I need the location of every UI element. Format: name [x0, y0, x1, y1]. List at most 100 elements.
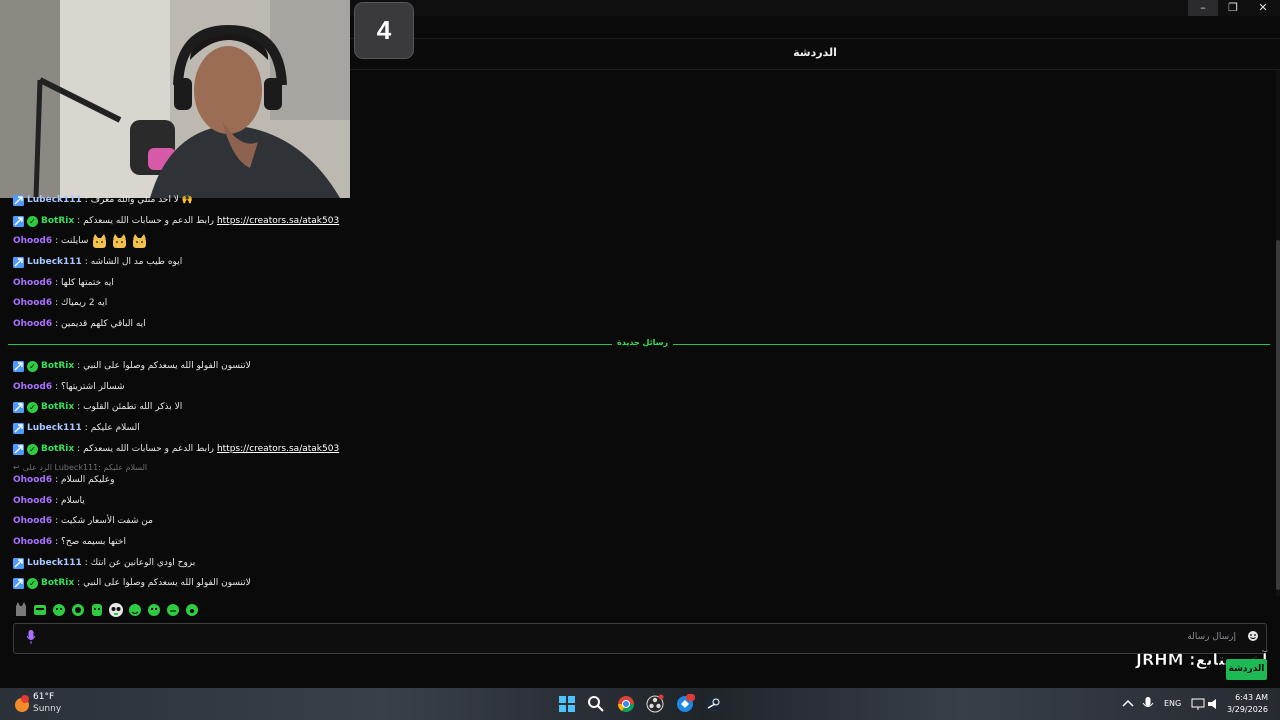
- chat-message-text: : السلام عليكم: [84, 423, 140, 433]
- chat-message[interactable]: Lubeck111: السلام عليكم: [13, 420, 140, 436]
- chat-message-text: : لا احد مثلي والله معرف 🙌: [84, 195, 194, 205]
- chat-username[interactable]: BotRix: [41, 578, 74, 588]
- chat-username[interactable]: Ohood6: [13, 319, 52, 329]
- chat-message-text: : لاتنسون الفولو الله يسعدكم وصلوا على ا…: [77, 361, 251, 371]
- reply-text: الرد على Lubeck111: السلام عليكم: [22, 462, 148, 472]
- chat-username[interactable]: Lubeck111: [27, 195, 82, 205]
- chat-message[interactable]: Ohood6: ياسلام: [13, 493, 85, 509]
- weather-desc: Sunny: [33, 704, 62, 714]
- chat-message[interactable]: Lubeck111: لا احد مثلي والله معرف 🙌: [13, 192, 193, 208]
- webcam-image: [0, 0, 350, 198]
- counter-badge: 4: [354, 2, 414, 59]
- emoji-picker-icon[interactable]: [1247, 630, 1259, 642]
- verified-bot-icon: ✓: [27, 577, 38, 589]
- chat-username[interactable]: Ohood6: [13, 475, 52, 485]
- language-indicator[interactable]: ENG: [1164, 699, 1181, 708]
- chat-message-text: : ايه الباقي كلهم قديمين: [55, 319, 146, 329]
- chat-message[interactable]: ✓ BotRix: رابط الدعم و حسابات الله يسعدكم…: [13, 441, 339, 457]
- chat-username[interactable]: Ohood6: [13, 496, 52, 506]
- chat-message-text: : لاتنسون الفولو الله يسعدكم وصلوا على ا…: [77, 578, 251, 588]
- webcam-overlay: [0, 0, 350, 198]
- emote-icon[interactable]: [51, 602, 67, 618]
- chat-username[interactable]: BotRix: [41, 216, 74, 226]
- subscriber-badge-icon: [13, 215, 24, 227]
- emote-icon[interactable]: [70, 602, 86, 618]
- chat-message[interactable]: Ohood6: سايلنت: [13, 233, 148, 249]
- chat-message[interactable]: ✓ BotRix: رابط الدعم و حسابات الله يسعدكم…: [13, 213, 339, 229]
- chrome-icon[interactable]: [616, 694, 636, 714]
- verified-bot-icon: ✓: [27, 401, 38, 413]
- chat-message[interactable]: Ohood6: من شفت الأسعار شكيت: [13, 513, 153, 529]
- restore-button[interactable]: ❐: [1218, 0, 1248, 16]
- chat-message[interactable]: ✓ BotRix: لاتنسون الفولو الله يسعدكم وصلو…: [13, 575, 251, 591]
- subscriber-badge-icon: [13, 194, 24, 206]
- chat-header: الدردشة: [350, 38, 1280, 70]
- chat-username[interactable]: BotRix: [41, 361, 74, 371]
- chevron-up-icon[interactable]: [1118, 694, 1138, 714]
- app-icon[interactable]: [675, 694, 695, 714]
- chat-username[interactable]: Lubeck111: [27, 257, 82, 267]
- chat-message[interactable]: Ohood6: ايه ختمتها كلها: [13, 275, 114, 291]
- emote-icon[interactable]: [165, 602, 181, 618]
- weather-icon[interactable]: [12, 694, 32, 714]
- chat-username[interactable]: BotRix: [41, 444, 74, 454]
- emote-icon[interactable]: [127, 602, 143, 618]
- emote-icon[interactable]: [108, 602, 124, 618]
- cat-emote-icon: [113, 233, 127, 248]
- volume-icon[interactable]: [1204, 694, 1224, 714]
- chat-username[interactable]: Ohood6: [13, 537, 52, 547]
- subscriber-badge-icon: [13, 422, 24, 434]
- chat-message-text: : اختها بسيمه صح؟: [55, 537, 126, 547]
- chat-scrollbar-thumb[interactable]: [1276, 240, 1280, 590]
- windows-start-icon[interactable]: [557, 694, 577, 714]
- chat-message[interactable]: Ohood6: شسالر اشتريتها؟: [13, 379, 125, 395]
- chat-button[interactable]: الدردشة: [1226, 659, 1267, 680]
- chat-message[interactable]: Ohood6: اختها بسيمه صح؟: [13, 534, 126, 550]
- chat-message-text: : رابط الدعم و حسابات الله يسعدكم: [77, 444, 214, 454]
- clock-time[interactable]: 6:43 AM: [1228, 693, 1268, 702]
- steam-icon[interactable]: [704, 694, 724, 714]
- chat-message-text: : ايه ختمتها كلها: [55, 278, 114, 288]
- emote-icon[interactable]: [32, 602, 48, 618]
- subscriber-badge-icon: [13, 443, 24, 455]
- close-button[interactable]: ✕: [1248, 0, 1278, 16]
- chat-link[interactable]: https://creators.sa/atak503: [217, 216, 339, 226]
- subscriber-badge-icon: [13, 577, 24, 589]
- emote-icon[interactable]: [184, 602, 200, 618]
- window-titlebar: [350, 0, 1280, 16]
- cat-emote-icon: [93, 233, 107, 248]
- reply-context[interactable]: ↩ الرد على Lubeck111: السلام عليكم: [13, 462, 147, 472]
- chat-message[interactable]: ✓ BotRix: الا بذكر الله تطمئن القلوب: [13, 399, 182, 415]
- chat-username[interactable]: Ohood6: [13, 298, 52, 308]
- emote-icon[interactable]: [89, 602, 105, 618]
- cat-emote-icon[interactable]: [13, 602, 29, 618]
- chat-message[interactable]: Ohood6: ايه 2 ريمياك: [13, 295, 107, 311]
- search-icon[interactable]: [586, 694, 606, 714]
- chat-username[interactable]: Ohood6: [13, 516, 52, 526]
- chat-message-text: : سايلنت: [55, 236, 89, 246]
- chat-message[interactable]: Lubeck111: ايوه طيب مد ال الشاشه: [13, 254, 182, 270]
- chat-message[interactable]: Ohood6: وعليكم السلام: [13, 472, 115, 488]
- chat-username[interactable]: Ohood6: [13, 278, 52, 288]
- microphone-icon[interactable]: [26, 630, 36, 647]
- chat-username[interactable]: Lubeck111: [27, 423, 82, 433]
- chat-message[interactable]: Ohood6: ايه الباقي كلهم قديمين: [13, 316, 146, 332]
- chat-message-text: : رابط الدعم و حسابات الله يسعدكم: [77, 216, 214, 226]
- taskbar-background: [0, 688, 1280, 720]
- chat-input-box[interactable]: إرسال رسالة: [13, 623, 1267, 654]
- chat-message[interactable]: Lubeck111: بروح اودي الوعانين عن انتك: [13, 555, 195, 571]
- taskbar: 61°F Sunny ENG 6:43 AM 3/29/2026: [0, 688, 1280, 720]
- microphone-tray-icon[interactable]: [1138, 694, 1158, 714]
- chat-username[interactable]: Ohood6: [13, 382, 52, 392]
- emote-icon[interactable]: [146, 602, 162, 618]
- chat-link[interactable]: https://creators.sa/atak503: [217, 444, 339, 454]
- chat-message-text: : وعليكم السلام: [55, 475, 115, 485]
- chat-message[interactable]: ✓ BotRix: لاتنسون الفولو الله يسعدكم وصلو…: [13, 358, 251, 374]
- minimize-button[interactable]: –: [1188, 0, 1218, 16]
- chat-username[interactable]: Lubeck111: [27, 558, 82, 568]
- chat-username[interactable]: BotRix: [41, 402, 74, 412]
- obs-icon[interactable]: [645, 694, 665, 714]
- chat-message-text: : بروح اودي الوعانين عن انتك: [84, 558, 196, 568]
- chat-username[interactable]: Ohood6: [13, 236, 52, 246]
- clock-date[interactable]: 3/29/2026: [1222, 705, 1268, 714]
